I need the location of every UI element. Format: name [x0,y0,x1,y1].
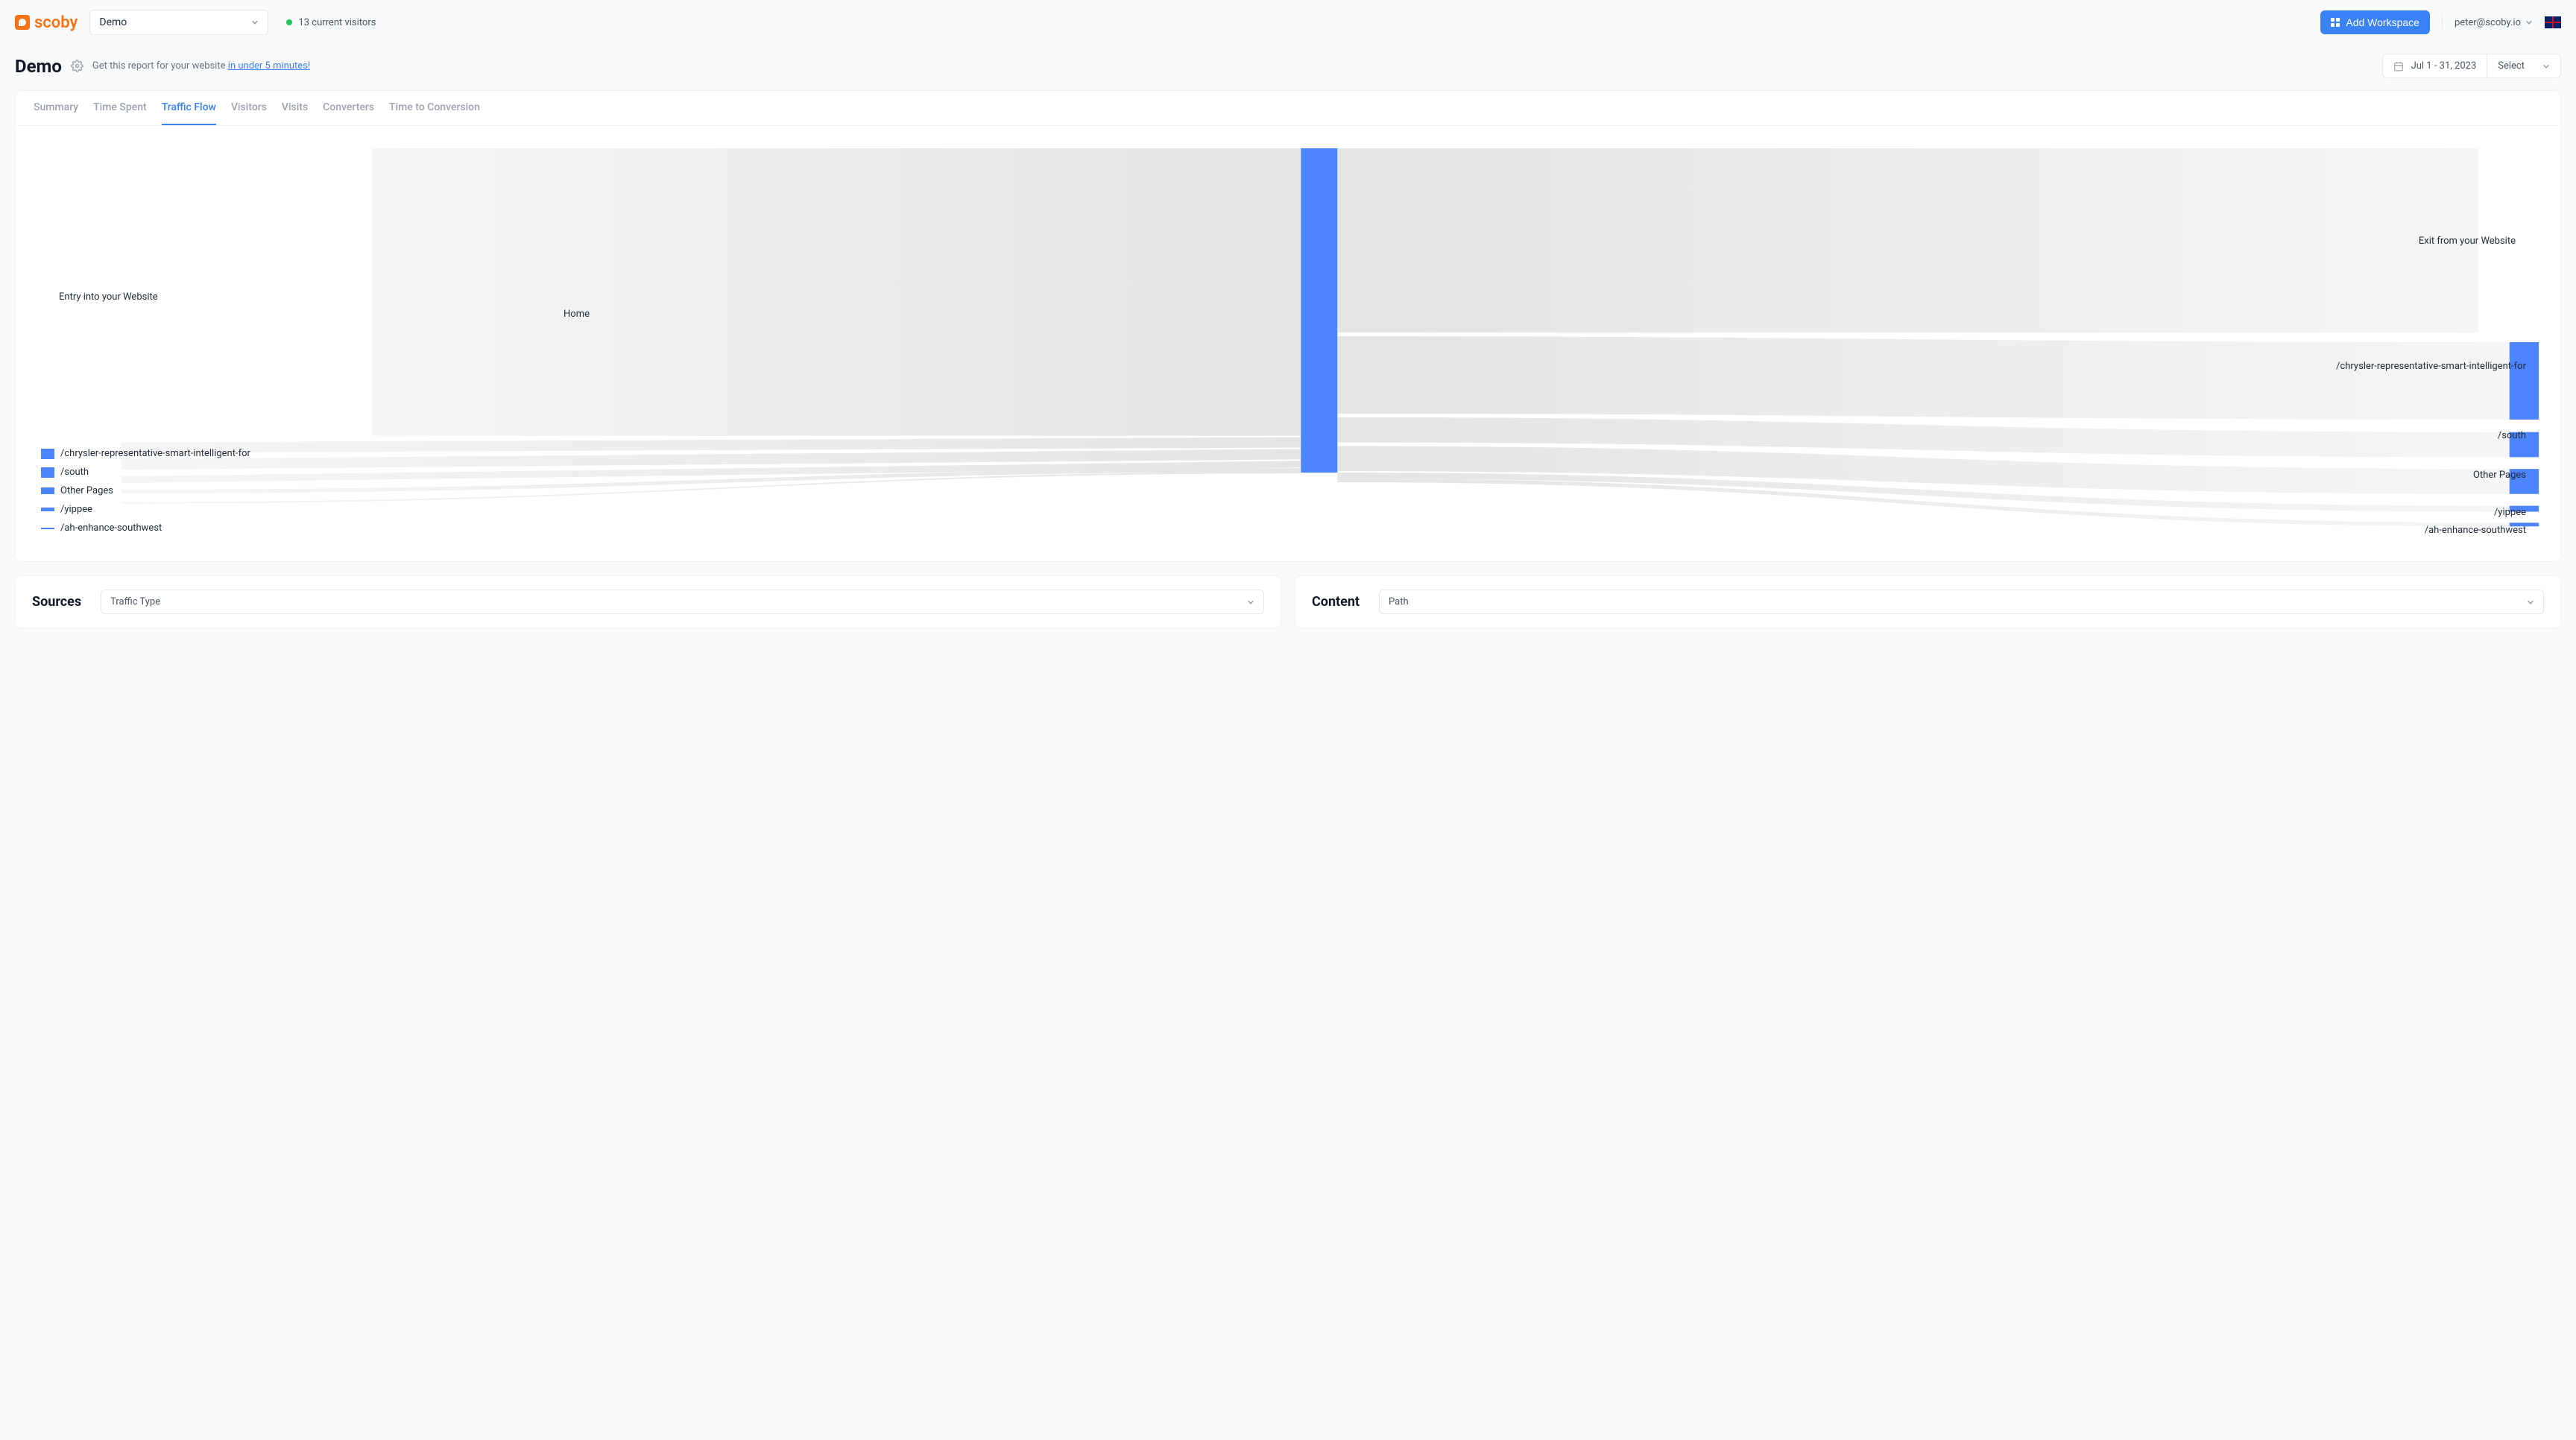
sankey-right-label: Other Pages [2473,470,2526,481]
visitors-status: 13 current visitors [286,17,376,28]
sources-dropdown[interactable]: Traffic Type [101,590,1264,614]
brand-name: scoby [34,13,78,32]
node-marker-icon [41,528,54,529]
sankey-right-item[interactable]: /ah-enhance-southwest [2425,525,2526,536]
page-title: Demo [15,56,62,77]
chevron-down-icon [2542,63,2550,70]
brand-logo[interactable]: scoby [15,13,78,32]
logo-icon [15,15,30,30]
sankey-right-item[interactable]: /south [2498,430,2526,441]
sankey-left-label: /ah-enhance-southwest [60,522,162,534]
visitors-status-text: 13 current visitors [298,17,376,28]
sankey-right-item[interactable]: /chrysler-representative-smart-intellige… [2336,361,2526,372]
sources-card: Sources Traffic Type [15,575,1281,628]
sources-dropdown-label: Traffic Type [110,596,160,607]
node-marker-icon [41,449,54,459]
tab-summary[interactable]: Summary [34,91,78,125]
entry-label: Entry into your Website [59,291,158,303]
date-range-picker[interactable]: Jul 1 - 31, 2023 [2382,54,2488,78]
tab-traffic-flow[interactable]: Traffic Flow [162,91,216,125]
date-range-text: Jul 1 - 31, 2023 [2411,60,2477,72]
sankey-left-label: /yippee [60,504,92,515]
content-title: Content [1312,594,1360,610]
sankey-chart: Entry into your Website Home Exit from y… [16,126,2560,561]
tabs-bar: Summary Time Spent Traffic Flow Visitors Vis… [16,91,2560,126]
sankey-right-label: /yippee [2494,507,2526,518]
grid-plus-icon [2331,18,2340,27]
center-node-label: Home [564,309,590,320]
workspace-selected-label: Demo [99,16,127,28]
calendar-icon [2393,61,2404,72]
node-marker-icon [41,467,54,478]
tab-time-spent[interactable]: Time Spent [93,91,147,125]
chevron-down-icon [1247,599,1254,606]
sankey-left-label: /south [60,467,89,478]
sankey-right-item[interactable]: Other Pages [2473,470,2526,481]
sankey-right-item[interactable]: /yippee [2494,507,2526,518]
sankey-left-label: /chrysler-representative-smart-intellige… [60,448,250,459]
gear-icon[interactable] [71,60,83,72]
sankey-left-item[interactable]: Other Pages [41,485,250,496]
sankey-left-label: Other Pages [60,485,113,496]
node-marker-icon [41,487,54,494]
sankey-left-item[interactable]: /yippee [41,504,250,515]
exit-label: Exit from your Website [2419,236,2516,247]
content-card: Content Path [1295,575,2561,628]
sources-title: Sources [32,594,81,610]
status-dot-icon [286,19,292,25]
tab-time-to-conversion[interactable]: Time to Conversion [389,91,480,125]
chevron-down-icon [251,19,259,26]
add-workspace-button[interactable]: Add Workspace [2320,10,2430,34]
select-label: Select [2498,60,2525,72]
node-marker-icon [41,508,54,511]
sankey-right-label: /ah-enhance-southwest [2425,525,2526,536]
sankey-right-label: /south [2498,430,2526,441]
tab-converters[interactable]: Converters [323,91,374,125]
uk-flag-icon[interactable] [2545,16,2561,28]
chevron-down-icon [2527,599,2534,606]
tab-visits[interactable]: Visits [282,91,308,125]
sankey-left-item[interactable]: /chrysler-representative-smart-intellige… [41,448,250,459]
chevron-down-icon [2525,19,2533,26]
compare-select[interactable]: Select [2487,54,2561,78]
content-dropdown-label: Path [1389,596,1409,607]
sankey-right-label: /chrysler-representative-smart-intellige… [2336,361,2526,372]
tab-visitors[interactable]: Visitors [231,91,267,125]
add-workspace-label: Add Workspace [2346,16,2419,28]
workspace-select[interactable]: Demo [89,10,268,35]
promo-text: Get this report for your website in unde… [92,60,310,72]
user-email: peter@scoby.io [2455,17,2521,28]
sankey-left-item[interactable]: /ah-enhance-southwest [41,522,250,534]
content-dropdown[interactable]: Path [1379,590,2544,614]
user-menu[interactable]: peter@scoby.io [2442,16,2561,28]
sankey-left-item[interactable]: /south [41,467,250,478]
promo-link[interactable]: in under 5 minutes! [228,60,310,72]
